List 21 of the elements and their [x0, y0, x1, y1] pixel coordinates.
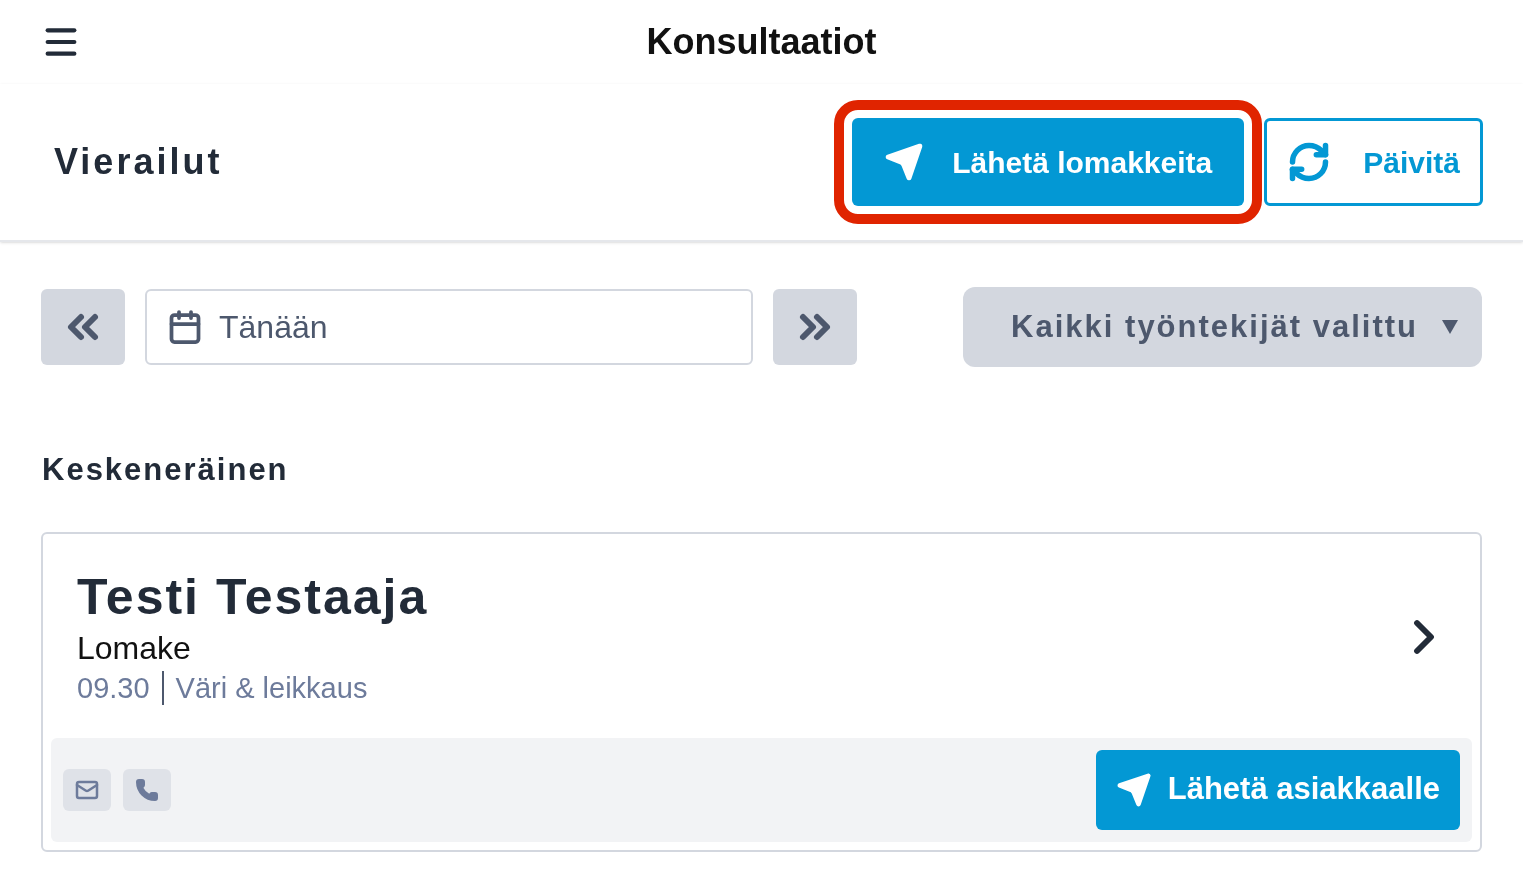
- send-forms-button[interactable]: Lähetä lomakkeita: [834, 100, 1263, 224]
- visit-time: 09.30: [77, 670, 150, 706]
- email-button[interactable]: [63, 768, 111, 811]
- date-field[interactable]: Tänään: [145, 289, 753, 365]
- staff-dropdown[interactable]: Kaikki työntekijät valittu: [963, 287, 1482, 367]
- phone-icon: [135, 777, 159, 802]
- paper-plane-icon: [884, 142, 925, 182]
- page-title: Konsultaatiot: [646, 20, 877, 64]
- previous-button[interactable]: [41, 289, 125, 365]
- next-button[interactable]: [773, 289, 857, 365]
- send-to-client-button[interactable]: Lähetä asiakkaalle: [1095, 749, 1460, 830]
- service-name: Väri & leikkaus: [175, 670, 368, 706]
- calendar-icon: [167, 309, 203, 345]
- client-name: Testi Testaaja: [77, 567, 429, 627]
- form-label: Lomake: [77, 628, 192, 668]
- paper-plane-icon: [1115, 771, 1152, 808]
- dropdown-caret-icon: [1442, 320, 1458, 334]
- phone-button[interactable]: [123, 768, 171, 811]
- refresh-button[interactable]: Päivitä: [1264, 118, 1483, 206]
- group-heading: Keskeneräinen: [42, 452, 289, 487]
- section-title: Vierailut: [54, 140, 223, 184]
